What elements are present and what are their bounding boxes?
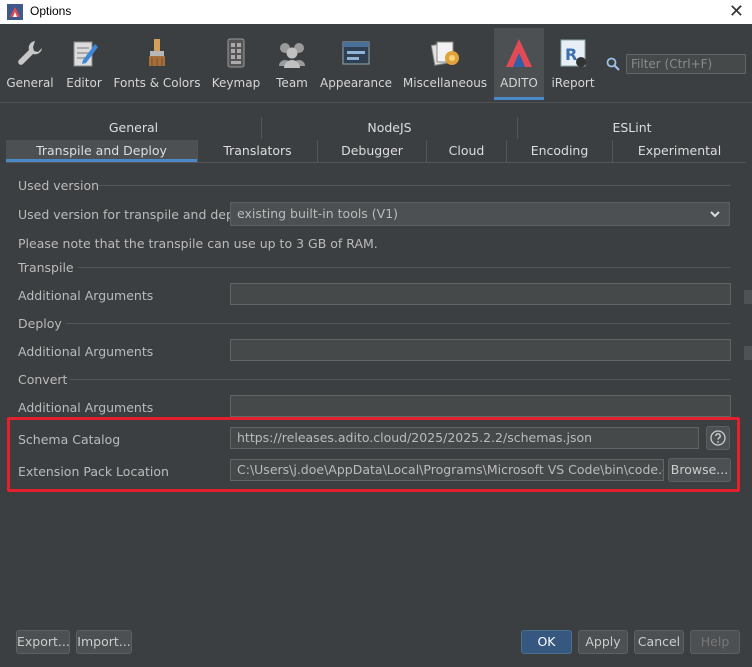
keyboard-icon (227, 38, 245, 68)
ireport-icon: R (560, 39, 586, 67)
category-keymap[interactable]: Keymap (208, 28, 264, 100)
deploy-args-input[interactable] (230, 339, 731, 361)
apply-button[interactable]: Apply (578, 630, 628, 654)
editor-icon (73, 41, 98, 67)
section-transpile: Transpile (18, 260, 74, 275)
section-deploy: Deploy (18, 316, 62, 331)
tab-translators[interactable]: Translators (198, 140, 318, 162)
highlight-annotation (7, 417, 740, 492)
team-icon (279, 43, 305, 68)
category-ireport[interactable]: R iReport (548, 28, 598, 100)
category-editor[interactable]: Editor (62, 28, 106, 100)
tab-row-bottom: Transpile and Deploy Translators Debugge… (6, 140, 746, 162)
convert-args-label: Additional Arguments (18, 400, 154, 415)
section-divider (98, 185, 731, 186)
section-convert: Convert (18, 372, 68, 387)
deploy-args-label: Additional Arguments (18, 344, 154, 359)
category-label: Keymap (211, 76, 261, 90)
category-fonts-colors[interactable]: Fonts & Colors (112, 28, 202, 100)
wrench-icon (18, 41, 42, 65)
window-title: Options (30, 4, 72, 18)
tab-debugger[interactable]: Debugger (318, 140, 427, 162)
toolbar-separator (0, 102, 752, 103)
tab-transpile-and-deploy[interactable]: Transpile and Deploy (6, 140, 198, 162)
category-appearance[interactable]: Appearance (320, 28, 392, 100)
scrollbar-nub[interactable] (744, 290, 752, 304)
tab-nodejs[interactable]: NodeJS (262, 117, 518, 139)
window-icon (342, 41, 370, 65)
section-used-version: Used version (18, 178, 100, 193)
transpile-args-input[interactable] (230, 283, 731, 305)
category-label: Appearance (320, 76, 393, 90)
convert-args-input[interactable] (230, 395, 731, 417)
filter-box (606, 54, 748, 76)
title-bar: Options ✕ (0, 0, 752, 24)
tab-cloud[interactable]: Cloud (427, 140, 507, 162)
category-label: General (6, 76, 54, 90)
filter-input[interactable] (626, 54, 746, 74)
tab-encoding[interactable]: Encoding (507, 140, 613, 162)
ram-note: Please note that the transpile can use u… (18, 236, 378, 251)
category-label: iReport (551, 76, 595, 90)
category-label: Miscellaneous (402, 76, 488, 90)
used-version-value: existing built-in tools (V1) (237, 206, 399, 221)
section-divider (78, 267, 731, 268)
category-label: Editor (66, 76, 102, 90)
search-icon (606, 57, 620, 71)
ok-button[interactable]: OK (521, 630, 572, 654)
tab-eslint[interactable]: ESLint (518, 117, 746, 139)
tab-general[interactable]: General (6, 117, 262, 139)
category-team[interactable]: Team (270, 28, 314, 100)
chevron-down-icon (710, 211, 720, 218)
tab-row-top: General NodeJS ESLint (6, 117, 746, 139)
used-version-select[interactable]: existing built-in tools (V1) (230, 202, 730, 226)
category-label: Team (276, 76, 308, 90)
tab-baseline (6, 162, 746, 163)
transpile-args-label: Additional Arguments (18, 288, 154, 303)
category-miscellaneous[interactable]: Miscellaneous (400, 28, 490, 100)
help-button[interactable]: Help (690, 630, 740, 654)
category-general[interactable]: General (4, 28, 56, 100)
app-icon (7, 4, 23, 20)
tab-label: Transpile and Deploy (36, 143, 167, 158)
options-category-bar: General Editor Fonts & Colors Keymap Tea… (0, 24, 752, 100)
close-icon[interactable]: ✕ (729, 1, 744, 22)
brush-icon (149, 39, 165, 66)
used-version-label: Used version for transpile and deploy (18, 207, 253, 222)
selected-indicator (494, 97, 544, 100)
category-label: ADITO (500, 76, 538, 90)
import-button[interactable]: Import... (76, 630, 132, 654)
svg-text:R: R (565, 45, 577, 64)
misc-icon (430, 41, 459, 66)
category-label: Fonts & Colors (113, 76, 201, 90)
category-adito[interactable]: ADITO (494, 28, 544, 100)
section-divider (66, 323, 731, 324)
adito-logo-icon (506, 39, 532, 67)
export-button[interactable]: Export... (16, 630, 70, 654)
scrollbar-nub[interactable] (744, 346, 752, 360)
section-divider (70, 379, 731, 380)
cancel-button[interactable]: Cancel (634, 630, 684, 654)
tab-experimental[interactable]: Experimental (613, 140, 746, 162)
